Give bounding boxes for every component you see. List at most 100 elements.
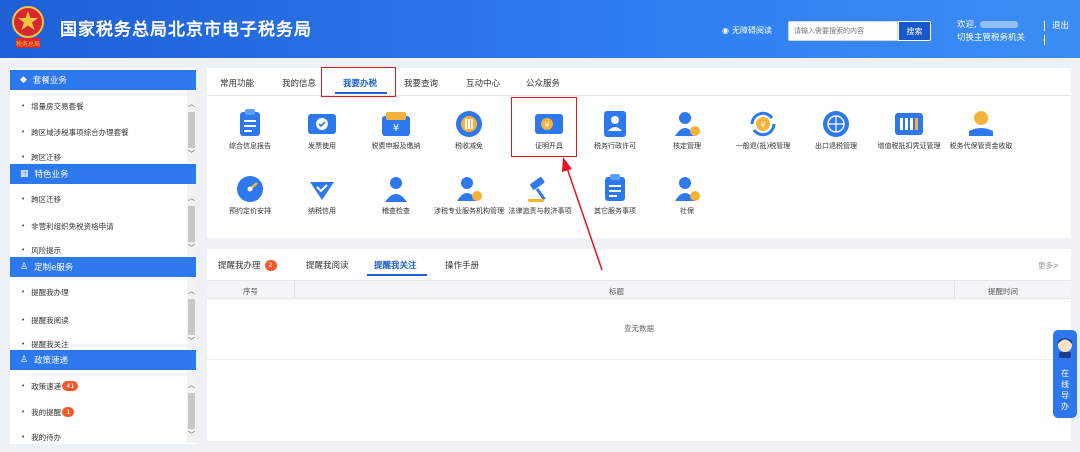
tab-public-service[interactable]: 公众服务 xyxy=(526,77,560,89)
sidebar-item[interactable]: 风险提示 xyxy=(10,245,188,255)
sidebar-item-label: 我的待办 xyxy=(31,432,62,442)
search-input[interactable] xyxy=(788,21,898,41)
accessibility-button[interactable]: ◉ 无障碍阅读 xyxy=(722,25,772,36)
count-badge: 2 xyxy=(264,259,277,271)
column-header: 提醒时间 xyxy=(988,287,1018,296)
sidebar-item[interactable]: 我的待办 xyxy=(10,432,188,442)
service-social-security[interactable]: 社保 xyxy=(647,174,727,216)
sidebar-item[interactable]: 提醒我关注 xyxy=(10,339,188,349)
sidebar-group-title: 特色业务 xyxy=(34,170,69,180)
scrollbar-thumb[interactable] xyxy=(188,299,195,335)
tab-my-info[interactable]: 我的信息 xyxy=(282,77,316,89)
sidebar-item[interactable]: 增量房交易套餐 xyxy=(10,99,188,113)
tab-common[interactable]: 常用功能 xyxy=(220,77,254,89)
empty-state: 查无数据 xyxy=(624,324,654,333)
service-tax-declare[interactable]: ¥ 税费申报及缴纳 xyxy=(356,109,436,151)
sidebar-item[interactable]: 提醒我阅读 xyxy=(10,313,188,327)
admin-license-icon xyxy=(604,111,626,137)
service-agency[interactable]: 涉税专业服务机构管理 xyxy=(429,174,509,216)
column-divider xyxy=(954,281,955,299)
assistant-avatar-icon xyxy=(1058,338,1072,358)
service-label: 税费申报及缴纳 xyxy=(371,142,421,150)
service-export-refund[interactable]: 出口退税管理 xyxy=(796,109,876,151)
sidebar-item[interactable]: 非营利组织免税资格申请 xyxy=(10,219,188,233)
svg-text:¥: ¥ xyxy=(393,123,399,134)
service-report[interactable]: 综合信息报告 xyxy=(210,109,290,151)
sidebar-group-title: 定制e服务 xyxy=(34,263,74,273)
sidebar-item[interactable]: 我的提醒 1 xyxy=(10,405,188,419)
column-divider xyxy=(294,281,295,299)
sidebar-item[interactable]: 政策速递 41 xyxy=(10,379,188,393)
service-tax-relief[interactable]: 税收减免 xyxy=(429,109,509,151)
sidebar-group-special[interactable]: ▦ 特色业务 xyxy=(10,164,196,184)
service-credit[interactable]: 纳税信用 xyxy=(282,174,362,216)
tab-manual[interactable]: 操作手册 xyxy=(445,259,479,271)
service-panel: 常用功能 我的信息 我要办税 我要查询 互动中心 公众服务 综合信息报告 发票使… xyxy=(207,67,1071,238)
redacted-username xyxy=(979,21,1018,28)
sidebar-group-title: 套餐业务 xyxy=(32,76,67,86)
social-security-icon xyxy=(675,177,700,201)
service-custody-fund[interactable]: 税务代保管资金收取 xyxy=(941,109,1021,151)
sidebar: ◆ 套餐业务 增量房交易套餐 跨区域涉税事项综合办理套餐 跨区迁移 ︿ ﹀ ▦ … xyxy=(10,68,196,444)
service-label: 核定管理 xyxy=(673,142,701,150)
sidebar-group-custom[interactable]: ♙ 定制e服务 xyxy=(10,257,196,277)
service-inspection[interactable]: 稽查检查 xyxy=(356,174,436,216)
scroll-up-icon[interactable]: ︿ xyxy=(187,194,196,202)
active-tab-indicator xyxy=(367,274,427,276)
scroll-up-icon[interactable]: ︿ xyxy=(187,381,196,389)
legal-icon xyxy=(528,177,546,202)
sidebar-scrollbar[interactable]: ︿ ﹀ xyxy=(187,371,196,443)
service-assessment[interactable]: 核定管理 xyxy=(647,109,727,151)
service-tax-refund[interactable]: ¥ 一般退(抵)税管理 xyxy=(723,109,803,151)
online-guide-button[interactable]: 在 线 导 办 xyxy=(1053,330,1077,418)
service-label: 预约定价安排 xyxy=(229,207,271,215)
user-welcome: 欢迎, 切换主管税务机关 xyxy=(957,19,1025,45)
scroll-up-icon[interactable]: ︿ xyxy=(187,287,196,295)
scrollbar-thumb[interactable] xyxy=(188,112,195,148)
service-label: 纳税信用 xyxy=(308,207,336,215)
sidebar-scrollbar[interactable]: ︿ ﹀ xyxy=(187,184,196,256)
service-other[interactable]: 其它服务事项 xyxy=(575,174,655,216)
scrollbar-thumb[interactable] xyxy=(188,393,195,429)
tab-remind-follow[interactable]: 提醒我关注 xyxy=(374,259,417,271)
sidebar-scrollbar[interactable]: ︿ ﹀ xyxy=(187,277,196,349)
sidebar-item[interactable]: 跨区域涉税事项综合办理套餐 xyxy=(10,125,188,139)
tax-emblem-icon: 税务总局 xyxy=(12,6,44,48)
tab-remind-handle[interactable]: 提醒我办理 2 xyxy=(218,259,277,271)
service-legal[interactable]: 法律追责与救济事项 xyxy=(500,174,580,216)
column-header: 标题 xyxy=(609,287,624,296)
tab-query[interactable]: 我要查询 xyxy=(404,77,438,89)
sidebar-scrollbar[interactable]: ︿ ﹀ xyxy=(187,90,196,162)
scroll-up-icon[interactable]: ︿ xyxy=(187,100,196,108)
sidebar-group-title: 政策速递 xyxy=(34,356,69,366)
column-header: 序号 xyxy=(243,287,258,296)
logout-link[interactable]: 退出 xyxy=(1052,19,1069,31)
sidebar-group-package[interactable]: ◆ 套餐业务 xyxy=(10,70,196,90)
sidebar-item[interactable]: 跨区迁移 xyxy=(10,152,188,162)
tab-interaction[interactable]: 互动中心 xyxy=(466,77,500,89)
scroll-down-icon[interactable]: ﹀ xyxy=(187,431,196,439)
scroll-down-icon[interactable]: ﹀ xyxy=(187,244,196,252)
sidebar-group-policy[interactable]: ♙ 政策速递 xyxy=(10,350,196,370)
more-link[interactable]: 更多> xyxy=(1038,260,1059,271)
welcome-text: 欢迎, xyxy=(957,20,977,30)
service-vat-voucher[interactable]: 增值税抵扣凭证管理 xyxy=(869,109,949,151)
table-header: 序号 标题 提醒时间 xyxy=(207,280,1071,299)
service-label: 发票使用 xyxy=(308,142,336,150)
scroll-down-icon[interactable]: ﹀ xyxy=(187,150,196,158)
sidebar-item[interactable]: 跨区迁移 xyxy=(10,192,188,206)
service-admin-license[interactable]: 税务行政许可 xyxy=(575,109,655,151)
service-pricing[interactable]: 预约定价安排 xyxy=(210,174,290,216)
sidebar-item-label: 我的提醒 xyxy=(31,407,62,417)
header-divider xyxy=(1044,35,1045,45)
scroll-down-icon[interactable]: ﹀ xyxy=(187,337,196,345)
search-button[interactable]: 搜索 xyxy=(898,21,931,41)
sidebar-item[interactable]: 提醒我办理 xyxy=(10,285,188,299)
svg-text:¥: ¥ xyxy=(760,121,765,130)
header-divider xyxy=(1044,21,1045,31)
switch-agency-link[interactable]: 切换主管税务机关 xyxy=(957,32,1025,45)
sidebar-item-label: 政策速递 xyxy=(31,381,62,391)
scrollbar-thumb[interactable] xyxy=(188,206,195,242)
tab-remind-read[interactable]: 提醒我阅读 xyxy=(306,259,349,271)
service-invoice[interactable]: 发票使用 xyxy=(282,109,362,151)
